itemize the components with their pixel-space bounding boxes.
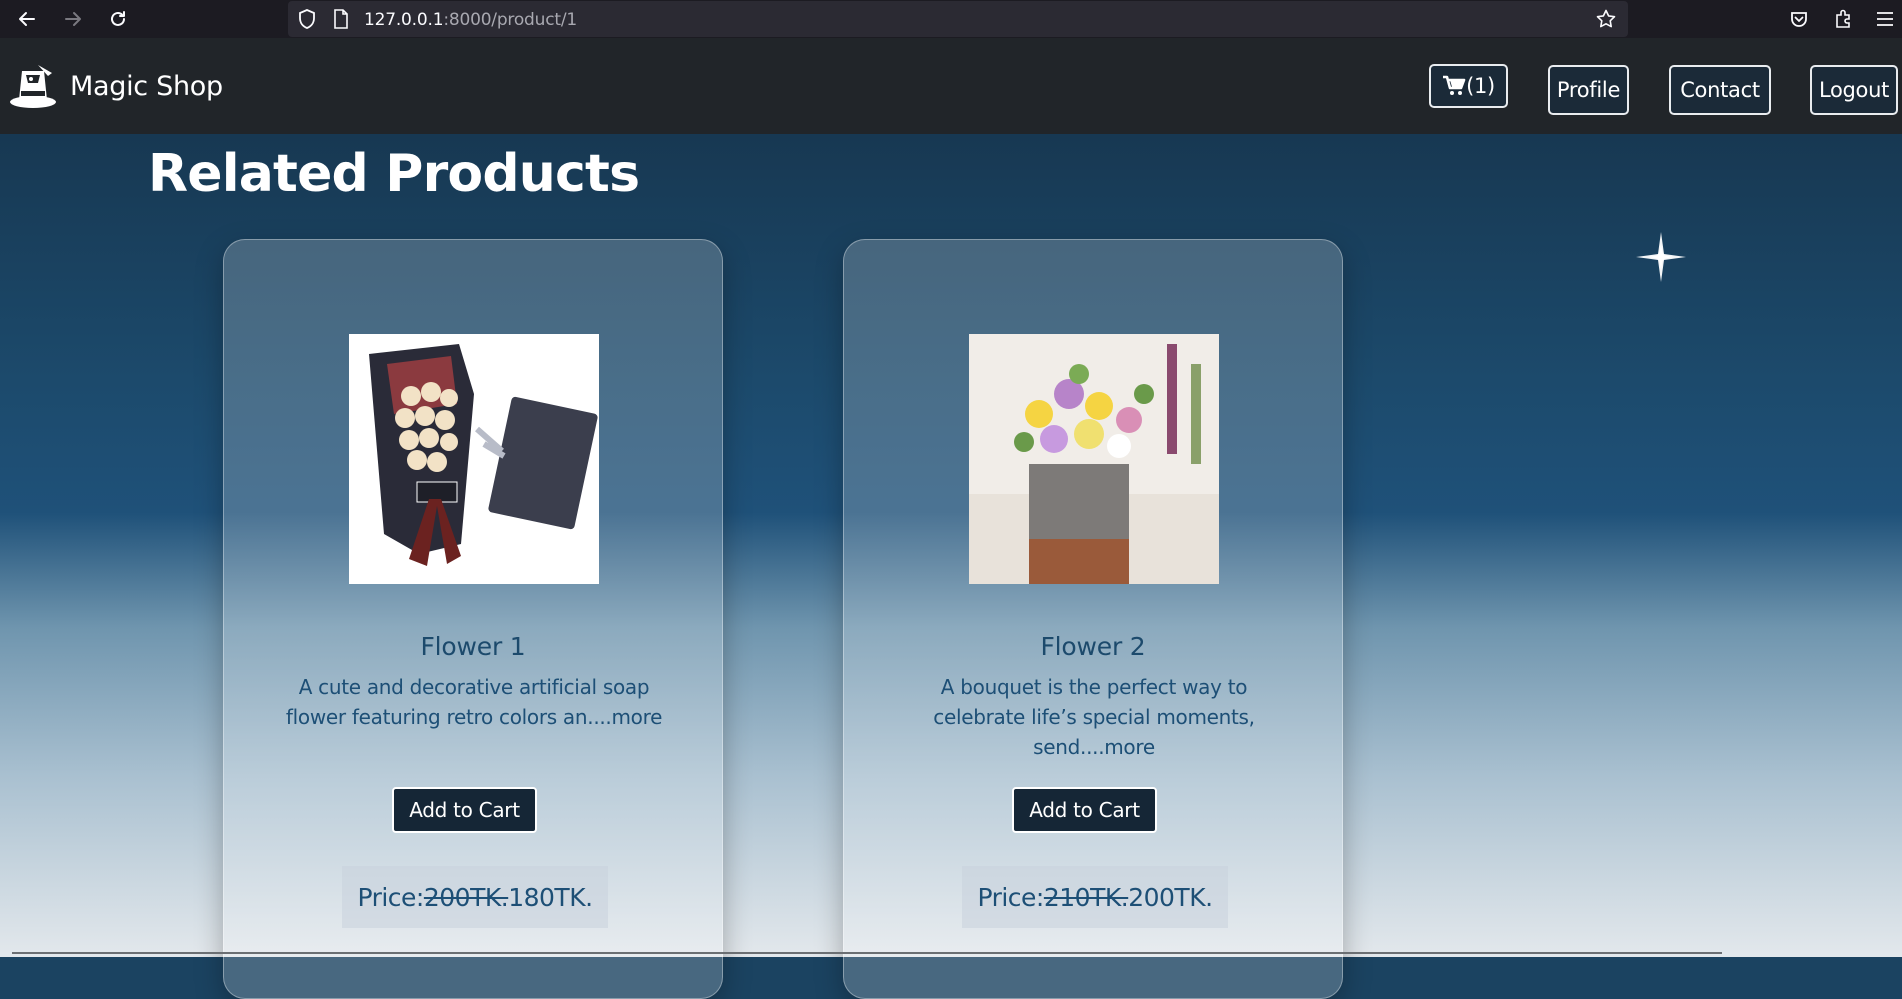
old-price: 200TK. — [423, 882, 509, 912]
product-image[interactable] — [969, 334, 1219, 584]
menu-icon[interactable] — [1872, 6, 1898, 32]
url-path: :8000/product/1 — [443, 10, 577, 30]
section-title: Related Products — [148, 144, 640, 204]
new-price: 180TK. — [508, 882, 593, 912]
product-description: A cute and decorative artificial soap fl… — [285, 675, 663, 729]
old-price: 210TK. — [1043, 882, 1129, 912]
price-box: Price: 200TK. 180TK. — [342, 866, 608, 928]
pocket-icon[interactable] — [1786, 6, 1812, 32]
contact-link[interactable]: Contact — [1669, 65, 1771, 115]
product-image[interactable] — [349, 334, 599, 584]
page-icon[interactable] — [331, 9, 351, 29]
main-content: Related Products Flower 1 A cute and dec… — [0, 134, 1902, 999]
site-navbar: Magic Shop (1) Profile Contact Logout — [0, 38, 1902, 134]
product-card: Flower 1 A cute and decorative artificia… — [223, 239, 723, 999]
add-to-cart-button[interactable]: Add to Cart — [1012, 787, 1157, 833]
brand-name: Magic Shop — [70, 70, 223, 102]
profile-link[interactable]: Profile — [1548, 65, 1629, 115]
cart-icon — [1443, 75, 1466, 95]
cart-count: (1) — [1466, 74, 1495, 98]
reload-icon[interactable] — [103, 4, 133, 34]
add-to-cart-button[interactable]: Add to Cart — [392, 787, 537, 833]
magic-hat-logo-icon — [10, 65, 56, 108]
product-description: A bouquet is the perfect way to celebrat… — [933, 675, 1255, 759]
divider — [12, 952, 1722, 954]
url-host: 127.0.0.1 — [364, 10, 444, 30]
price-box: Price: 210TK. 200TK. — [962, 866, 1228, 928]
cart-button[interactable]: (1) — [1429, 64, 1508, 108]
flower-bag-image — [969, 334, 1219, 584]
logout-link[interactable]: Logout — [1810, 65, 1898, 115]
sparkle-icon — [1636, 232, 1686, 282]
product-title[interactable]: Flower 2 — [844, 632, 1342, 661]
brand-link[interactable]: Magic Shop — [8, 62, 223, 110]
address-bar[interactable]: 127.0.0.1:8000/product/1 — [288, 1, 1628, 37]
back-icon[interactable] — [12, 4, 42, 34]
bookmark-star-icon[interactable] — [1596, 9, 1616, 29]
forward-icon[interactable] — [58, 4, 88, 34]
url-text[interactable]: 127.0.0.1:8000/product/1 — [364, 10, 577, 30]
new-price: 200TK. — [1128, 882, 1213, 912]
price-label: Price: — [977, 882, 1044, 912]
browser-toolbar: 127.0.0.1:8000/product/1 — [0, 0, 1902, 38]
shield-icon[interactable] — [297, 9, 317, 29]
product-card: Flower 2 A bouquet is the perfect way to… — [843, 239, 1343, 999]
extensions-icon[interactable] — [1830, 6, 1856, 32]
flower-bouquet-image — [349, 334, 599, 584]
price-label: Price: — [357, 882, 424, 912]
product-title[interactable]: Flower 1 — [224, 632, 722, 661]
